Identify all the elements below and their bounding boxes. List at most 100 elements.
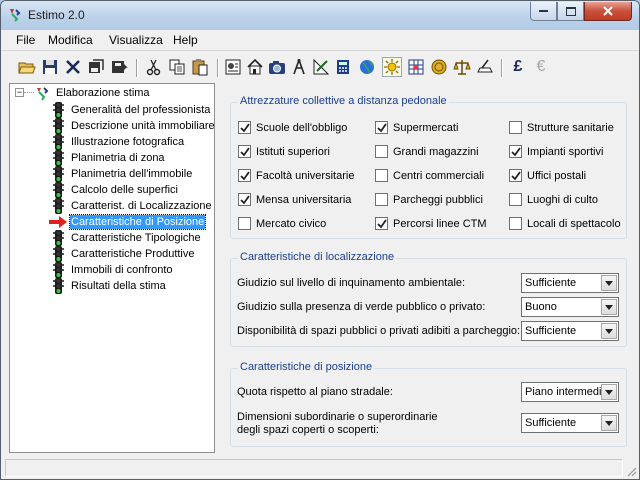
checkbox-box[interactable] [238,145,251,158]
paste-button[interactable] [190,57,210,77]
traffic-light-icon [53,134,64,150]
deed-button[interactable] [475,57,495,77]
checkbox-box[interactable] [509,121,522,134]
deed-icon [477,59,493,73]
tree-item[interactable]: Planimetria dell'immobile [10,166,214,182]
compass-button[interactable] [289,57,309,77]
house-icon [247,58,263,75]
tree-item[interactable]: Generalità del professionista [10,102,214,118]
checkbox-box[interactable] [375,145,388,158]
traffic-light-icon [48,182,68,198]
amenity-checkbox[interactable]: Luoghi di culto [509,193,634,207]
amenity-checkbox[interactable]: Locali di spettacolo [509,217,634,231]
tree-item[interactable]: Caratteristiche Tipologiche [10,230,214,246]
checkbox-box[interactable] [509,193,522,206]
checkbox-box[interactable] [238,193,251,206]
checkbox-box[interactable] [238,121,251,134]
amenity-checkbox[interactable]: Parcheggi pubblici [375,193,500,207]
dropdown-select[interactable]: Sufficiente [521,413,619,433]
amenity-checkbox[interactable]: Centri commerciali [375,169,500,183]
coins-button[interactable] [429,57,449,77]
close-button[interactable] [584,2,632,21]
dropdown-button[interactable] [601,384,617,400]
dropdown-button[interactable] [601,323,617,339]
menu-file[interactable]: File [16,33,35,47]
traffic-light-icon [48,166,68,182]
report-button[interactable] [223,57,243,77]
amenity-checkbox[interactable]: Scuole dell'obbligo [238,121,363,135]
sun-button[interactable] [382,57,402,77]
checkbox-box[interactable] [509,217,522,230]
toolbar-separator [501,59,503,77]
tree-item[interactable]: Caratteristiche di Posizione [10,214,214,230]
amenity-checkbox[interactable]: Grandi magazzini [375,145,500,159]
tree-connector [24,92,34,93]
dropdown-select[interactable]: Sufficiente [521,273,619,293]
menu-bar: File Modifica Visualizza Help [1,30,639,51]
tree-item[interactable]: Risultati della stima [10,278,214,294]
traffic-light-icon [53,102,64,118]
checkbox-box[interactable] [375,121,388,134]
menu-modifica[interactable]: Modifica [48,33,93,47]
euro-button[interactable]: € [531,57,551,77]
house-button[interactable] [245,57,265,77]
status-field [5,459,623,477]
amenity-checkbox[interactable]: Impianti sportivi [509,145,634,159]
amenity-checkbox[interactable]: Istituti superiori [238,145,363,159]
camera-button[interactable] [267,57,287,77]
save-as-button[interactable] [86,57,106,77]
amenity-checkbox[interactable]: Percorsi linee CTM [375,217,500,231]
drawing-button[interactable] [311,57,331,77]
amenity-checkbox[interactable]: Supermercati [375,121,500,135]
tree-item[interactable]: Calcolo delle superfici [10,182,214,198]
checkbox-label: Mercato civico [256,218,327,230]
tree-item[interactable]: Planimetria di zona [10,150,214,166]
checkbox-box[interactable] [375,169,388,182]
delete-button[interactable] [63,57,83,77]
scales-button[interactable] [452,57,472,77]
dropdown-select[interactable]: Buono [521,297,619,317]
tree-item-label: Caratteristiche Tipologiche [71,232,201,244]
dropdown-button[interactable] [601,415,617,431]
pound-button[interactable]: £ [508,57,528,77]
tree-item[interactable]: Illustrazione fotografica [10,134,214,150]
dropdown-button[interactable] [601,275,617,291]
checkbox-box[interactable] [509,145,522,158]
cut-button[interactable] [144,57,164,77]
tree-expander[interactable]: − [15,88,24,97]
checkbox-box[interactable] [375,193,388,206]
checkbox-box[interactable] [375,217,388,230]
copy-button[interactable] [167,57,187,77]
dropdown-select[interactable]: Sufficiente [521,321,619,341]
calculator-button[interactable] [333,57,353,77]
minimize-button[interactable] [530,2,557,21]
title-bar[interactable]: Estimo 2.0 [1,1,639,30]
checkbox-box[interactable] [238,217,251,230]
checkbox-box[interactable] [509,169,522,182]
amenity-checkbox[interactable]: Mercato civico [238,217,363,231]
tree-view[interactable]: − Elaborazione stima Generalità del prof… [9,83,215,453]
tree-item[interactable]: Descrizione unità immobiliare [10,118,215,134]
dropdown-select[interactable]: Piano intermedio [521,382,619,402]
dropdown-button[interactable] [601,299,617,315]
tree-item[interactable]: Caratteristiche Produttive [10,246,214,262]
tree-item[interactable]: Caratterist. di Localizzazione [10,198,214,214]
tree-root-label[interactable]: Elaborazione stima [56,87,150,99]
open-button[interactable] [17,57,37,77]
menu-help[interactable]: Help [173,33,198,47]
maximize-button[interactable] [557,2,584,21]
amenity-checkbox[interactable]: Mensa universitaria [238,193,363,207]
amenity-checkbox[interactable]: Facoltà universitarie [238,169,363,183]
save-button[interactable] [40,57,60,77]
checkbox-box[interactable] [238,169,251,182]
coins-icon [431,59,447,75]
grid-button[interactable] [406,57,426,77]
menu-visualizza[interactable]: Visualizza [109,33,163,47]
amenity-checkbox[interactable]: Strutture sanitarie [509,121,634,135]
checkbox-label: Istituti superiori [256,146,330,158]
tree-item[interactable]: Immobili di confronto [10,262,214,278]
export-button[interactable] [109,57,129,77]
resize-grip-icon[interactable] [625,465,637,477]
globe-button[interactable] [357,57,377,77]
amenity-checkbox[interactable]: Uffici postali [509,169,634,183]
